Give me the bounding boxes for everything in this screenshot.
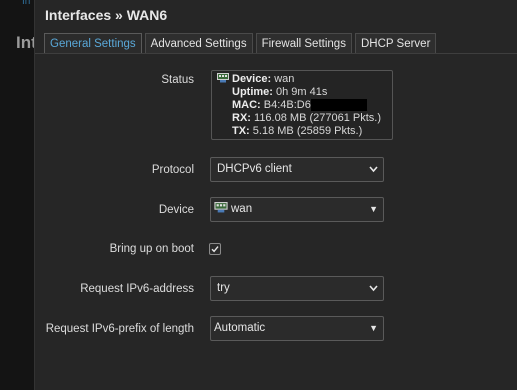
dropdown-arrow-icon: ▼ (369, 323, 378, 333)
protocol-select[interactable]: DHCPv6 client (210, 157, 384, 182)
interface-settings-modal: Interfaces » WAN6 General Settings Advan… (34, 0, 517, 390)
tabs-divider (35, 53, 517, 54)
request-ipv6-prefix-label: Request IPv6-prefix of length (45, 323, 194, 335)
dropdown-arrow-icon: ▼ (369, 204, 378, 214)
status-rx-key: RX: (232, 112, 251, 124)
status-tx-value: 5.18 MB (25859 Pkts.) (252, 125, 363, 137)
status-uptime-row: Uptime: 0h 9m 41s (217, 86, 392, 99)
background-link-fragment: In (22, 0, 31, 7)
request-ipv6-address-select[interactable]: try (210, 276, 384, 301)
tab-firewall-settings[interactable]: Firewall Settings (255, 33, 352, 54)
status-rx-value: 116.08 MB (277061 Pkts.) (254, 112, 381, 124)
network-port-icon (217, 73, 229, 83)
status-mac-value: B4:4B:D6 (263, 99, 311, 111)
device-label: Device (158, 204, 194, 216)
bring-up-on-boot-checkbox[interactable] (209, 243, 221, 255)
status-mac-key: MAC: (232, 99, 261, 111)
tab-general-settings[interactable]: General Settings (44, 33, 142, 54)
background-page: In Int (0, 0, 37, 390)
status-label: Status (161, 74, 194, 86)
network-port-icon (214, 202, 228, 213)
status-device-key: Device: (232, 73, 272, 85)
request-ipv6-address-value: try (217, 282, 230, 294)
status-uptime-key: Uptime: (232, 86, 273, 98)
settings-tabs: General Settings Advanced Settings Firew… (44, 33, 439, 54)
checkmark-icon (211, 246, 219, 253)
request-ipv6-address-label: Request IPv6-address (80, 283, 194, 295)
chevron-down-icon (369, 158, 378, 190)
bring-up-on-boot-label: Bring up on boot (109, 243, 194, 255)
chevron-down-icon (369, 277, 378, 309)
status-uptime-value: 0h 9m 41s (276, 86, 328, 98)
status-panel: Device: wan Uptime: 0h 9m 41s MAC: B4:4B… (211, 70, 393, 140)
redaction-block (310, 99, 367, 112)
request-ipv6-prefix-value: Automatic (214, 322, 266, 334)
modal-title: Interfaces » WAN6 (45, 7, 168, 23)
device-select[interactable]: wan ▼ (210, 197, 384, 222)
status-device-value: wan (274, 73, 295, 85)
status-device-row: Device: wan (217, 73, 392, 86)
status-tx-key: TX: (232, 125, 250, 137)
protocol-label: Protocol (151, 164, 194, 176)
tab-dhcp-server[interactable]: DHCP Server (354, 33, 437, 54)
status-rx-row: RX: 116.08 MB (277061 Pkts.) (217, 112, 392, 125)
request-ipv6-prefix-select[interactable]: Automatic ▼ (210, 316, 384, 341)
tab-advanced-settings[interactable]: Advanced Settings (144, 33, 253, 54)
protocol-select-value: DHCPv6 client (217, 163, 292, 175)
device-select-value: wan (231, 203, 253, 215)
status-mac-row: MAC: B4:4B:D6 (217, 99, 392, 112)
status-tx-row: TX: 5.18 MB (25859 Pkts.) (217, 125, 392, 138)
